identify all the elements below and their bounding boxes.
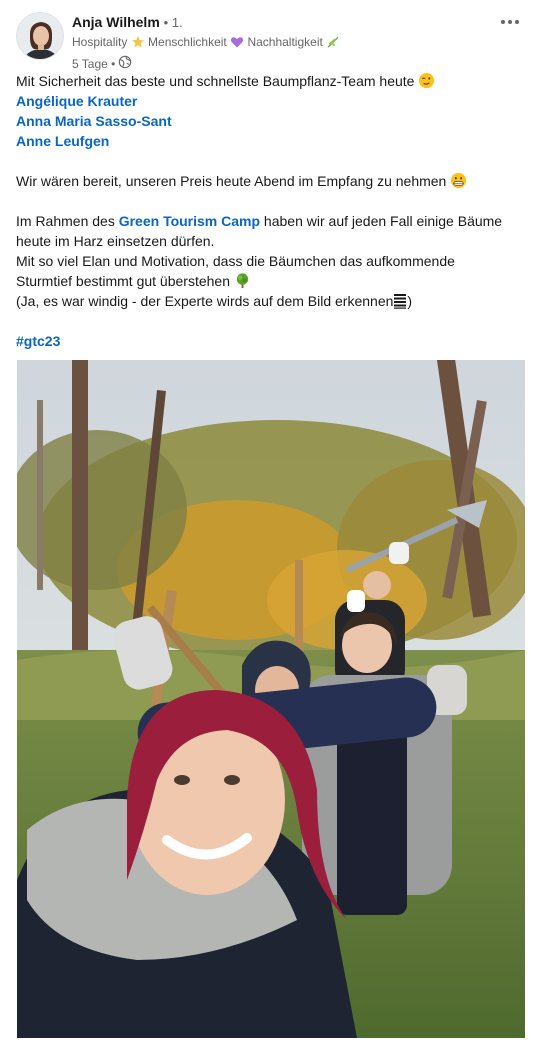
post-line-6: Sturmtief bestimmt gut überstehen [16, 271, 520, 291]
selfie-photo-illustration [17, 360, 525, 1038]
post-line-1: Mit Sicherheit das beste und schnellste … [16, 71, 520, 91]
headline-part-3: Nachhaltigkeit [247, 35, 323, 49]
avatar[interactable] [16, 12, 64, 60]
post-line-7: (Ja, es war windig - der Experte wirds a… [16, 291, 520, 311]
more-horizontal-icon [501, 20, 505, 24]
post-line-3: Im Rahmen des Green Tourism Camp haben w… [16, 213, 503, 229]
green-tourism-camp-link[interactable]: Green Tourism Camp [119, 213, 260, 229]
post-time: 5 Tage • [72, 57, 116, 71]
herb-icon [326, 35, 340, 54]
winking-face-icon [418, 72, 435, 94]
grimacing-face-icon [450, 172, 467, 194]
feed-post: Anja Wilhelm • 1. Hospitality Menschlich… [0, 0, 536, 1044]
post-line-4: heute im Harz einsetzen dürfen. [16, 233, 215, 249]
more-options-button[interactable] [496, 12, 524, 32]
post-line-5: Mit so viel Elan und Motivation, dass di… [16, 253, 455, 269]
author-name-row: Anja Wilhelm • 1. [72, 13, 492, 32]
mention-3[interactable]: Anne Leufgen [16, 131, 520, 151]
post-text: Mit Sicherheit das beste und schnellste … [16, 71, 520, 351]
post-image[interactable] [17, 360, 525, 1038]
mention-1[interactable]: Angélique Krauter [16, 91, 520, 111]
headline-part-2: Menschlichkeit [148, 35, 227, 49]
connection-degree: • 1. [163, 15, 183, 30]
purple-heart-icon [230, 35, 244, 54]
star-icon [131, 35, 145, 54]
author-name[interactable]: Anja Wilhelm [72, 14, 160, 30]
hashtag-link[interactable]: #gtc23 [16, 333, 60, 349]
post-line-2: Wir wären bereit, unseren Preis heute Ab… [16, 171, 520, 191]
stacked-lines-icon [393, 293, 407, 314]
hashtag-row: #gtc23 [16, 331, 520, 351]
post-header: Anja Wilhelm • 1. Hospitality Menschlich… [16, 10, 524, 71]
author-info: Anja Wilhelm • 1. Hospitality Menschlich… [72, 13, 492, 73]
headline-part-1: Hospitality [72, 35, 128, 49]
mention-2[interactable]: Anna Maria Sasso-Sant [16, 111, 520, 131]
author-headline: Hospitality Menschlichkeit Nachhaltigkei… [72, 34, 492, 54]
